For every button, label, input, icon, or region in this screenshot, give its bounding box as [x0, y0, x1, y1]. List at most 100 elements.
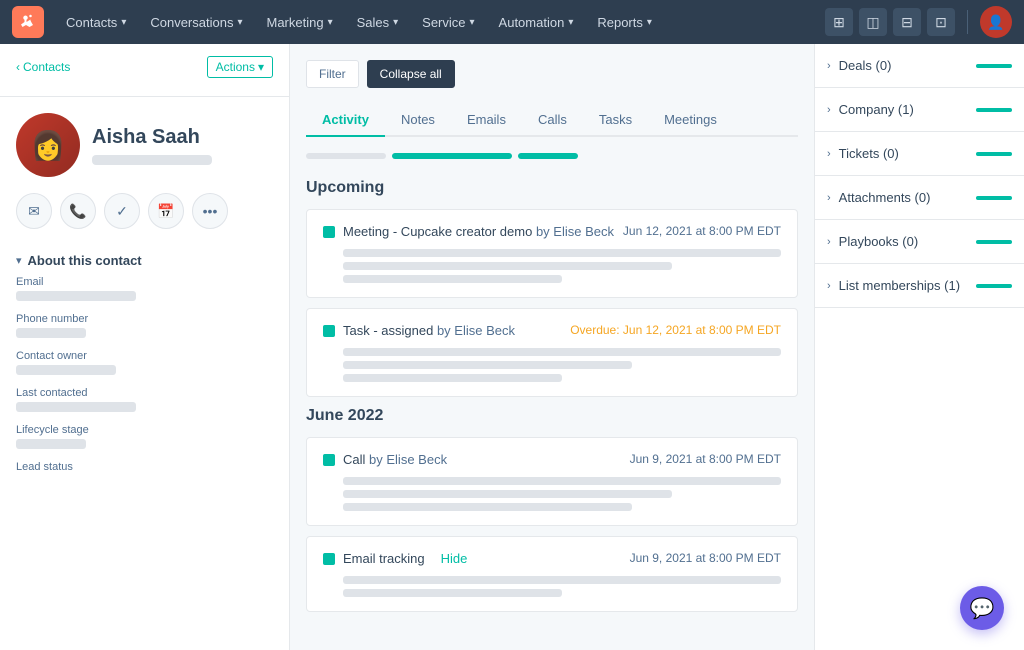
email-title-text: Email tracking	[343, 551, 425, 566]
line-1	[343, 249, 781, 257]
line-3	[343, 503, 632, 511]
email-hide-link[interactable]: Hide	[441, 551, 468, 566]
chevron-right-icon: ›	[827, 60, 831, 72]
chevron-right-icon: ›	[827, 148, 831, 160]
nav-icon-btn-4[interactable]: ⊡	[927, 8, 955, 36]
call-title-text: Call by Elise Beck	[343, 452, 447, 467]
task-title-text: Task - assigned by Elise Beck	[343, 323, 515, 338]
tab-activity[interactable]: Activity	[306, 104, 385, 137]
nav-marketing[interactable]: Marketing ▾	[256, 9, 342, 36]
contact-name: Aisha Saah	[92, 126, 212, 149]
collapse-all-button[interactable]: Collapse all	[367, 60, 455, 88]
lifecycle-value-placeholder	[16, 439, 86, 449]
lifecycle-field-item: Lifecycle stage	[16, 424, 273, 449]
nav-icon-btn-2[interactable]: ◫	[859, 8, 887, 36]
right-section-playbooks: › Playbooks (0)	[815, 220, 1024, 264]
tab-emails[interactable]: Emails	[451, 104, 522, 137]
call-action-button[interactable]: 📞	[60, 193, 96, 229]
playbooks-section-header[interactable]: › Playbooks (0)	[815, 220, 1024, 263]
chevron-right-icon: ›	[827, 236, 831, 248]
deals-section-header[interactable]: › Deals (0)	[815, 44, 1024, 87]
activity-dot-call	[323, 454, 335, 466]
tab-meetings[interactable]: Meetings	[648, 104, 733, 137]
attachments-badge	[976, 196, 1012, 200]
contact-avatar: 👩	[16, 113, 80, 177]
progress-bar-gray	[306, 153, 386, 159]
activity-title-meeting: Meeting - Cupcake creator demo by Elise …	[323, 224, 614, 239]
nav-icon-btn-3[interactable]: ⊟	[893, 8, 921, 36]
email-action-button[interactable]: ✉	[16, 193, 52, 229]
line-3	[343, 374, 562, 382]
right-section-deals: › Deals (0)	[815, 44, 1024, 88]
top-navigation: Contacts ▾ Conversations ▾ Marketing ▾ S…	[0, 0, 1024, 44]
nav-conversations[interactable]: Conversations ▾	[140, 9, 252, 36]
activity-title-call: Call by Elise Beck	[323, 452, 447, 467]
tickets-title: Tickets (0)	[839, 146, 899, 161]
chevron-down-icon: ▾	[258, 60, 264, 74]
progress-bar-teal2	[518, 153, 578, 159]
lead-status-field-item: Lead status	[16, 461, 273, 473]
breadcrumb-row: ‹ Contacts Actions ▾	[16, 56, 273, 78]
line-2	[343, 490, 672, 498]
owner-value-placeholder	[16, 365, 116, 375]
contact-company-placeholder	[92, 155, 212, 165]
back-to-contacts[interactable]: ‹ Contacts	[16, 60, 70, 74]
tab-notes[interactable]: Notes	[385, 104, 451, 137]
chevron-down-icon: ▾	[328, 17, 333, 28]
last-contacted-value-placeholder	[16, 402, 136, 412]
filter-button[interactable]: Filter	[306, 60, 359, 88]
about-section-title: About this contact	[28, 253, 142, 268]
task-date-overdue: Overdue: Jun 12, 2021 at 8:00 PM EDT	[570, 323, 781, 337]
nav-reports[interactable]: Reports ▾	[587, 9, 662, 36]
company-title: Company (1)	[839, 102, 914, 117]
tickets-section-header[interactable]: › Tickets (0)	[815, 132, 1024, 175]
nav-automation[interactable]: Automation ▾	[489, 9, 584, 36]
activity-title-email: Email tracking Hide	[323, 551, 467, 566]
line-1	[343, 576, 781, 584]
tab-calls[interactable]: Calls	[522, 104, 583, 137]
call-by: by Elise Beck	[369, 452, 447, 467]
activity-title-task: Task - assigned by Elise Beck	[323, 323, 515, 338]
hubspot-logo[interactable]	[12, 6, 44, 38]
nav-sales[interactable]: Sales ▾	[347, 9, 409, 36]
actions-button[interactable]: Actions ▾	[207, 56, 273, 78]
list-memberships-section-header[interactable]: › List memberships (1)	[815, 264, 1024, 307]
lead-status-label: Lead status	[16, 461, 273, 473]
user-avatar[interactable]: 👤	[980, 6, 1012, 38]
chat-fab-button[interactable]: 💬	[960, 586, 1004, 630]
email-date: Jun 9, 2021 at 8:00 PM EDT	[630, 551, 781, 565]
lifecycle-label: Lifecycle stage	[16, 424, 273, 436]
chevron-down-icon: ▾	[121, 17, 126, 28]
line-1	[343, 477, 781, 485]
last-contacted-field-item: Last contacted	[16, 387, 273, 412]
owner-field-item: Contact owner	[16, 350, 273, 375]
chevron-down-icon: ▾	[393, 17, 398, 28]
meeting-title-text: Meeting - Cupcake creator demo by Elise …	[343, 224, 614, 239]
activity-card-header: Meeting - Cupcake creator demo by Elise …	[323, 224, 781, 239]
list-memberships-title: List memberships (1)	[839, 278, 960, 293]
meeting-action-button[interactable]: 📅	[148, 193, 184, 229]
about-section-header[interactable]: ▾ About this contact	[0, 241, 289, 276]
chat-icon: 💬	[970, 596, 995, 621]
more-action-button[interactable]: •••	[192, 193, 228, 229]
nav-service[interactable]: Service ▾	[412, 9, 484, 36]
activity-card-header-task: Task - assigned by Elise Beck Overdue: J…	[323, 323, 781, 338]
main-layout: ‹ Contacts Actions ▾ 👩 Aisha Saah ✉ 📞	[0, 44, 1024, 650]
activity-dot-task	[323, 325, 335, 337]
chevron-down-icon: ▾	[568, 17, 573, 28]
phone-field-item: Phone number	[16, 313, 273, 338]
nav-contacts[interactable]: Contacts ▾	[56, 9, 136, 36]
left-panel: ‹ Contacts Actions ▾ 👩 Aisha Saah ✉ 📞	[0, 44, 290, 650]
tab-tasks[interactable]: Tasks	[583, 104, 648, 137]
nav-icon-group: ⊞ ◫ ⊟ ⊡ 👤	[825, 6, 1012, 38]
phone-value-placeholder	[16, 328, 86, 338]
meeting-content-lines	[343, 249, 781, 283]
playbooks-badge	[976, 240, 1012, 244]
company-section-header[interactable]: › Company (1)	[815, 88, 1024, 131]
center-panel: Filter Collapse all Activity Notes Email…	[290, 44, 814, 650]
task-action-button[interactable]: ✓	[104, 193, 140, 229]
email-value-placeholder	[16, 291, 136, 301]
right-section-attachments: › Attachments (0)	[815, 176, 1024, 220]
attachments-section-header[interactable]: › Attachments (0)	[815, 176, 1024, 219]
nav-icon-btn-1[interactable]: ⊞	[825, 8, 853, 36]
